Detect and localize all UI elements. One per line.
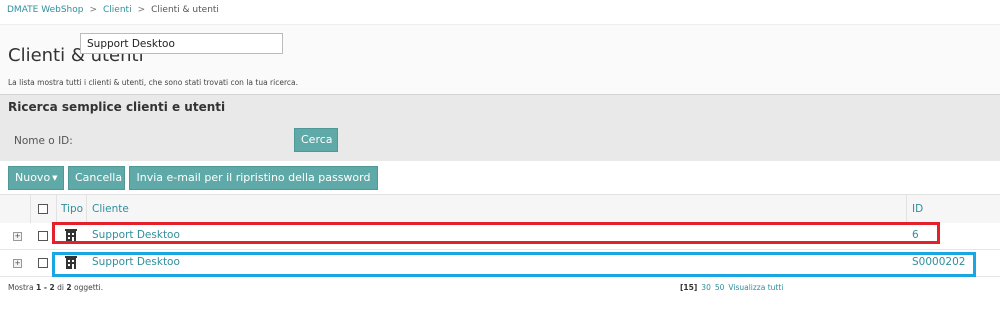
column-divider xyxy=(56,195,57,223)
page-description: La lista mostra tutti i clienti & utenti… xyxy=(8,78,298,87)
search-input[interactable] xyxy=(80,33,283,54)
result-count-of: di xyxy=(57,283,65,292)
search-panel-title: Ricerca semplice clienti e utenti xyxy=(8,100,226,114)
new-dropdown-button[interactable]: Nuovo ▼ xyxy=(8,166,64,190)
expand-row-icon[interactable]: + xyxy=(13,232,22,241)
result-count: Mostra 1 - 2 di 2 oggetti. xyxy=(8,283,103,292)
breadcrumb-separator: > xyxy=(89,5,98,15)
highlight-box-red xyxy=(52,222,940,244)
send-password-reset-button[interactable]: Invia e-mail per il ripristino della pas… xyxy=(129,166,378,190)
row-checkbox[interactable] xyxy=(38,231,48,241)
column-header-customer[interactable]: Cliente xyxy=(92,203,129,215)
result-count-suffix: oggetti. xyxy=(74,283,104,292)
page-size-30-link[interactable]: 30 xyxy=(701,283,711,292)
highlight-box-blue xyxy=(52,252,976,277)
page-size-50-link[interactable]: 50 xyxy=(715,283,725,292)
column-header-id[interactable]: ID xyxy=(912,203,923,215)
breadcrumb-current: Clienti & utenti xyxy=(151,5,219,15)
delete-button[interactable]: Cancella xyxy=(68,166,125,190)
breadcrumb-link-clienti[interactable]: Clienti xyxy=(103,5,132,15)
select-all-checkbox[interactable] xyxy=(38,204,48,214)
table-header: Tipo Cliente ID xyxy=(0,194,1000,224)
search-field-label: Nome o ID: xyxy=(14,135,73,147)
column-divider xyxy=(906,195,907,223)
breadcrumb-separator: > xyxy=(137,5,146,15)
breadcrumb-link-webshop[interactable]: DMATE WebShop xyxy=(7,5,83,15)
show-all-link[interactable]: Visualizza tutti xyxy=(728,283,783,292)
breadcrumb: DMATE WebShop > Clienti > Clienti & utenti xyxy=(7,5,219,15)
search-panel: Ricerca semplice clienti e utenti Nome o… xyxy=(0,94,1000,161)
row-checkbox[interactable] xyxy=(38,258,48,268)
result-count-prefix: Mostra xyxy=(8,283,34,292)
result-total: 2 xyxy=(66,283,72,292)
page-size-selector: [15] 30 50 Visualizza tutti xyxy=(680,283,783,292)
caret-down-icon: ▼ xyxy=(52,174,58,182)
column-header-type[interactable]: Tipo xyxy=(61,203,83,215)
column-divider xyxy=(86,195,87,223)
page-size-current: [15] xyxy=(680,283,698,292)
new-button-label: Nuovo xyxy=(15,171,51,184)
result-range: 1 - 2 xyxy=(35,283,55,292)
search-button[interactable]: Cerca xyxy=(294,128,338,152)
column-divider xyxy=(30,195,31,223)
expand-row-icon[interactable]: + xyxy=(13,259,22,268)
